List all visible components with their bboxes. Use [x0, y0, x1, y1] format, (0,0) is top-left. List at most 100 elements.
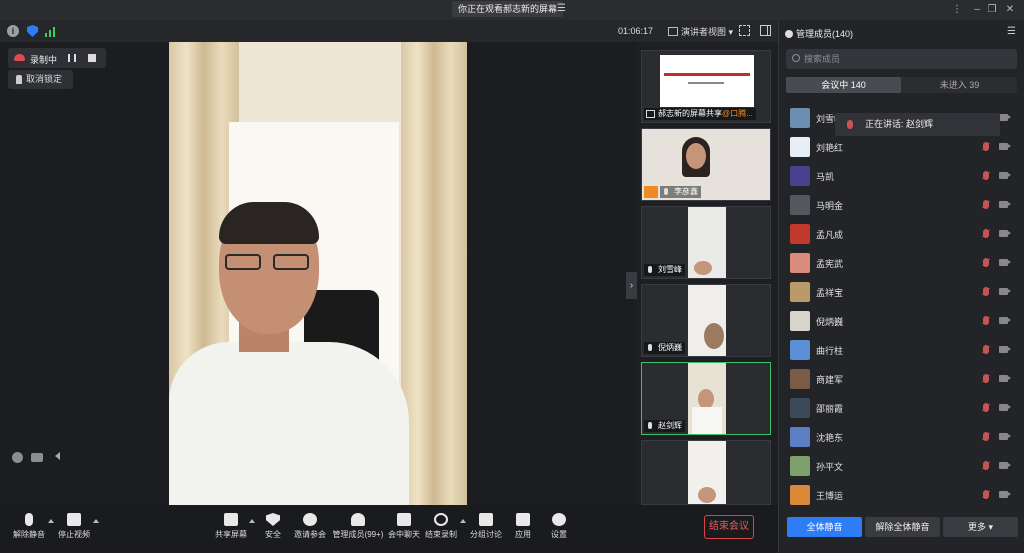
sidebar-toggle-icon[interactable] [760, 25, 771, 36]
muted-mic-icon[interactable] [983, 403, 989, 412]
stop-recording-icon[interactable] [88, 54, 96, 62]
unmute-button[interactable]: 解除静音 [4, 513, 54, 549]
signal-icon[interactable] [45, 26, 57, 37]
avatar [790, 485, 810, 505]
member-row[interactable]: 孟祥宝 [779, 277, 1024, 306]
manage-members-button[interactable]: 管理成员(99+) [330, 513, 386, 549]
thumbnail-screen-share[interactable]: 郝志新的屏幕共享@口腾... [641, 50, 771, 123]
expand-arrow-icon[interactable]: › [626, 272, 637, 299]
avatar [790, 311, 810, 331]
restore-icon[interactable]: ❐ [985, 3, 999, 17]
member-row[interactable]: 曲行柱 [779, 335, 1024, 364]
mute-all-button[interactable]: 全体静音 [787, 517, 862, 537]
muted-mic-icon[interactable] [983, 229, 989, 238]
close-icon[interactable]: ✕ [1003, 3, 1017, 17]
camera-icon[interactable] [999, 433, 1011, 440]
minimize-icon[interactable]: – [970, 3, 984, 17]
record-stop-icon [434, 513, 448, 526]
member-row[interactable]: 马明金 [779, 190, 1024, 219]
muted-mic-icon[interactable] [983, 490, 989, 499]
member-name: 曲行柱 [816, 346, 844, 356]
video-options-icon[interactable] [93, 519, 99, 523]
shield-icon[interactable] [27, 25, 38, 37]
member-search-input[interactable] [786, 49, 1017, 69]
member-row[interactable]: 孟宪武 [779, 248, 1024, 277]
user-badge-icon [644, 186, 658, 198]
camera-icon[interactable] [999, 317, 1011, 324]
muted-mic-icon[interactable] [983, 374, 989, 383]
tab-in-meeting[interactable]: 会议中 140 [786, 77, 901, 93]
collapse-arrow-icon[interactable] [55, 452, 60, 460]
member-row[interactable]: 王博运 [779, 480, 1024, 509]
thumbnail-label: 李彦鑫 [660, 186, 701, 198]
member-row[interactable]: 孟凡成 [779, 219, 1024, 248]
member-name: 孟祥宝 [816, 288, 844, 298]
avatar [790, 456, 810, 476]
muted-mic-icon[interactable] [983, 258, 989, 267]
member-row[interactable]: 孙平文 [779, 451, 1024, 480]
member-row[interactable]: 倪炳巍 [779, 306, 1024, 335]
thumbnail-active-speaker[interactable]: 赵剑辉 [641, 362, 771, 435]
muted-mic-icon[interactable] [983, 171, 989, 180]
member-row[interactable]: 刘艳红 [779, 132, 1024, 161]
muted-mic-icon[interactable] [983, 461, 989, 470]
member-name: 邵丽霞 [816, 404, 844, 414]
search-icon [792, 54, 800, 62]
camera-icon[interactable] [999, 375, 1011, 382]
chat-bubble-icon[interactable] [31, 453, 43, 462]
camera-icon[interactable] [999, 404, 1011, 411]
member-row[interactable]: 商建军 [779, 364, 1024, 393]
camera-icon[interactable] [999, 230, 1011, 237]
title-bar: 你正在观看郝志新的屏幕 ☰ ⋮ – ❐ ✕ [0, 0, 1024, 20]
camera-icon[interactable] [999, 201, 1011, 208]
gear-icon [552, 513, 566, 526]
muted-mic-icon[interactable] [983, 200, 989, 209]
camera-icon[interactable] [999, 143, 1011, 150]
camera-icon[interactable] [999, 114, 1011, 121]
muted-mic-icon[interactable] [983, 345, 989, 354]
end-recording-button[interactable]: 结束录制 [416, 513, 466, 549]
video-thumbnails: 郝志新的屏幕共享@口腾... 李彦鑫 刘雪峰 倪炳巍 赵剑辉 [637, 42, 778, 505]
thumbnail-participant[interactable]: 倪炳巍 [641, 284, 771, 357]
presenter-view-button[interactable]: 演讲者视图 ▾ [668, 25, 733, 38]
avatar [790, 166, 810, 186]
fullscreen-icon[interactable] [739, 25, 750, 36]
muted-mic-icon[interactable] [983, 316, 989, 325]
avatar [790, 427, 810, 447]
status-row: i 01:06:17 演讲者视图 ▾ [0, 20, 778, 42]
emoji-icon[interactable] [12, 452, 23, 463]
speaking-mic-icon [847, 120, 853, 129]
thumbnail-participant[interactable] [641, 440, 771, 505]
tab-not-joined[interactable]: 未进入 39 [902, 77, 1017, 93]
unlock-button[interactable]: 取消锁定 [8, 70, 73, 89]
muted-mic-icon[interactable] [983, 142, 989, 151]
member-name: 倪炳巍 [816, 317, 844, 327]
settings-button[interactable]: 设置 [534, 513, 584, 549]
camera-icon[interactable] [999, 288, 1011, 295]
share-options-icon[interactable]: ☰ [557, 3, 569, 15]
pause-recording-icon[interactable] [68, 54, 76, 62]
thumbnail-participant[interactable]: 刘雪峰 [641, 206, 771, 279]
more-button[interactable]: 更多 ▾ [943, 517, 1018, 537]
member-row[interactable]: 马凯 [779, 161, 1024, 190]
invite-button[interactable]: 邀请参会 [285, 513, 335, 549]
muted-mic-icon[interactable] [983, 287, 989, 296]
camera-icon[interactable] [999, 462, 1011, 469]
recording-label: 录制中 [30, 55, 58, 65]
member-row[interactable]: 沈艳东 [779, 422, 1024, 451]
muted-mic-icon[interactable] [983, 432, 989, 441]
panel-menu-icon[interactable]: ☰ [1007, 26, 1016, 37]
end-meeting-button[interactable]: 结束会议 [704, 515, 754, 539]
more-options-icon[interactable]: ⋮ [950, 3, 964, 17]
camera-icon[interactable] [999, 172, 1011, 179]
thumbnail-participant[interactable]: 李彦鑫 [641, 128, 771, 201]
unmute-all-button[interactable]: 解除全体静音 [865, 517, 940, 537]
member-row[interactable]: 邵丽霞 [779, 393, 1024, 422]
camera-icon[interactable] [999, 346, 1011, 353]
camera-icon[interactable] [999, 491, 1011, 498]
apps-grid-icon [516, 513, 530, 526]
stop-video-button[interactable]: 停止视频 [49, 513, 99, 549]
thumbnail-label: 倪炳巍 [644, 342, 685, 354]
camera-icon[interactable] [999, 259, 1011, 266]
info-icon[interactable]: i [7, 25, 19, 37]
